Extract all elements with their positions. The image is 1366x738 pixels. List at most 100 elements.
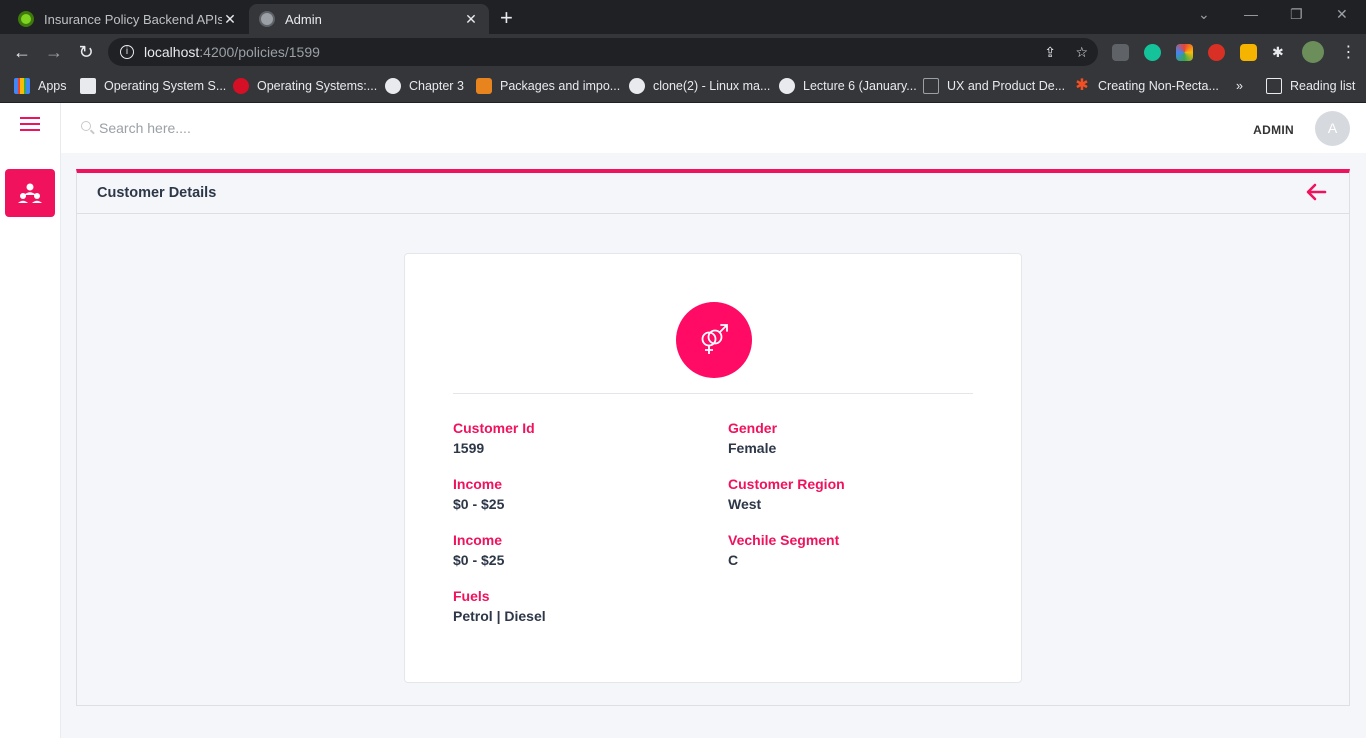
field-label: Customer Region: [728, 476, 845, 492]
gender-badge: [676, 302, 752, 378]
gender-symbol-icon: [701, 324, 728, 354]
field-gender: Gender Female: [728, 419, 968, 459]
close-tab-icon[interactable]: ✕: [463, 11, 479, 28]
url-path: :4200/policies/1599: [199, 44, 320, 60]
reading-list-icon: [1266, 78, 1282, 94]
url-host: localhost: [144, 44, 200, 60]
close-window-icon[interactable]: ✕: [1336, 6, 1348, 23]
bookmark-label: Packages and impo...: [500, 79, 621, 93]
field-income: Income $0 - $25: [453, 531, 693, 571]
tab-title: Insurance Policy Backend APIs: [44, 11, 222, 27]
back-icon[interactable]: ←: [10, 40, 34, 64]
bookmarks-overflow-button[interactable]: »: [1236, 76, 1243, 96]
bookmark-item[interactable]: Operating Systems:...: [233, 76, 377, 96]
bookmark-label: clone(2) - Linux ma...: [653, 79, 771, 93]
overflow-label: »: [1236, 79, 1243, 93]
bookmark-star-icon[interactable]: ☆: [1075, 44, 1088, 61]
notes-extension-icon[interactable]: [1240, 44, 1257, 61]
field-customer-region: Customer Region West: [728, 475, 968, 515]
globe-icon: [629, 78, 645, 94]
close-tab-icon[interactable]: ✕: [222, 11, 238, 28]
field-value: $0 - $25: [453, 496, 505, 512]
profile-avatar-icon[interactable]: [1302, 41, 1324, 63]
extension-c-icon[interactable]: [1112, 44, 1129, 61]
app-sidebar: [0, 103, 61, 738]
bookmark-label: UX and Product De...: [947, 79, 1066, 93]
share-icon[interactable]: ⇪: [1044, 44, 1056, 61]
address-bar[interactable]: i localhost:4200/policies/1599 ⇪ ☆: [108, 38, 1098, 66]
grammarly-icon[interactable]: [1144, 44, 1161, 61]
bookmark-item[interactable]: Packages and impo...: [476, 76, 620, 96]
field-label: Fuels: [453, 588, 490, 604]
minimize-icon[interactable]: —: [1244, 6, 1258, 22]
page-title: Customer Details: [97, 185, 217, 201]
field-label: Vechile Segment: [728, 532, 840, 548]
site-info-icon[interactable]: i: [120, 45, 134, 59]
color-picker-extension-icon[interactable]: [1176, 44, 1193, 61]
field-label: Income: [453, 532, 503, 548]
browser-tab-active[interactable]: Admin ✕: [249, 4, 489, 34]
new-tab-icon[interactable]: +: [500, 5, 520, 31]
sidebar-item-customers[interactable]: [5, 169, 55, 217]
tab-search-icon[interactable]: ⌄: [1198, 6, 1210, 23]
users-icon: [18, 183, 42, 203]
bookmark-label: Apps: [38, 79, 67, 93]
site-favicon-icon: [80, 78, 96, 94]
field-value: West: [728, 496, 762, 512]
field-label: Customer Id: [453, 420, 535, 436]
user-name-label[interactable]: ADMIN: [1253, 123, 1294, 137]
bookmark-item[interactable]: UX and Product De...: [923, 76, 1065, 96]
browser-tab-bar: Insurance Policy Backend APIs ✕ Admin ✕ …: [0, 0, 1366, 34]
globe-favicon-icon: [259, 11, 275, 27]
bookmark-label: Operating Systems:...: [257, 79, 378, 93]
swagger-favicon-icon: [18, 11, 34, 27]
site-favicon-icon: [476, 78, 492, 94]
bookmark-item[interactable]: ✱ Creating Non-Recta...: [1074, 76, 1219, 96]
field-value: Petrol | Diesel: [453, 608, 546, 624]
field-value: C: [728, 552, 739, 568]
bookmark-item[interactable]: Lecture 6 (January...: [779, 76, 917, 96]
site-favicon-icon: [233, 78, 249, 94]
apps-grid-icon: [14, 78, 30, 94]
field-value: 1599: [453, 440, 485, 456]
customer-card: Customer Id 1599 Income $0 - $25 Income …: [404, 253, 1022, 683]
menu-dots-icon[interactable]: ⋮: [1340, 44, 1357, 61]
field-label: Income: [453, 476, 503, 492]
extensions-puzzle-icon[interactable]: ✱: [1272, 44, 1289, 61]
avatar[interactable]: A: [1315, 111, 1350, 146]
arrow-left-icon[interactable]: [1305, 181, 1327, 203]
bookmark-label: Lecture 6 (January...: [803, 79, 917, 93]
browser-toolbar: ← → ↻ i localhost:4200/policies/1599 ⇪ ☆…: [0, 34, 1366, 70]
globe-icon: [385, 78, 401, 94]
bookmark-label: Creating Non-Recta...: [1098, 79, 1219, 93]
field-customer-id: Customer Id 1599: [453, 419, 693, 459]
bookmark-label: Chapter 3: [409, 79, 464, 93]
bookmark-item[interactable]: Chapter 3: [385, 76, 464, 96]
hamburger-menu-icon[interactable]: [20, 117, 40, 131]
reload-icon[interactable]: ↻: [74, 40, 98, 64]
field-vehicle-segment: Vechile Segment C: [728, 531, 968, 571]
reading-list-button[interactable]: Reading list: [1266, 76, 1355, 96]
bookmark-item[interactable]: Operating System S...: [80, 76, 226, 96]
figma-asterisk-icon: ✱: [1075, 77, 1089, 94]
field-fuels: Fuels Petrol | Diesel: [453, 587, 693, 627]
ublock-extension-icon[interactable]: [1208, 44, 1225, 61]
search-input[interactable]: [99, 117, 499, 139]
field-value: $0 - $25: [453, 552, 505, 568]
bookmark-apps[interactable]: Apps: [14, 76, 67, 96]
field-income: Income $0 - $25: [453, 475, 693, 515]
forward-icon[interactable]: →: [42, 40, 66, 64]
tab-title: Admin: [285, 11, 322, 27]
bookmark-label: Operating System S...: [104, 79, 227, 93]
divider: [453, 393, 973, 394]
bookmark-item[interactable]: clone(2) - Linux ma...: [629, 76, 770, 96]
bookmarks-bar: Apps Operating System S... Operating Sys…: [0, 70, 1366, 103]
browser-tab[interactable]: Insurance Policy Backend APIs ✕: [8, 4, 248, 34]
restore-icon[interactable]: ❐: [1290, 6, 1303, 23]
panel-header: Customer Details: [77, 173, 1349, 214]
field-value: Female: [728, 440, 777, 456]
globe-icon: [779, 78, 795, 94]
search-icon: [81, 121, 91, 131]
reading-list-label: Reading list: [1290, 79, 1356, 93]
app-header: ADMIN A: [61, 103, 1366, 153]
